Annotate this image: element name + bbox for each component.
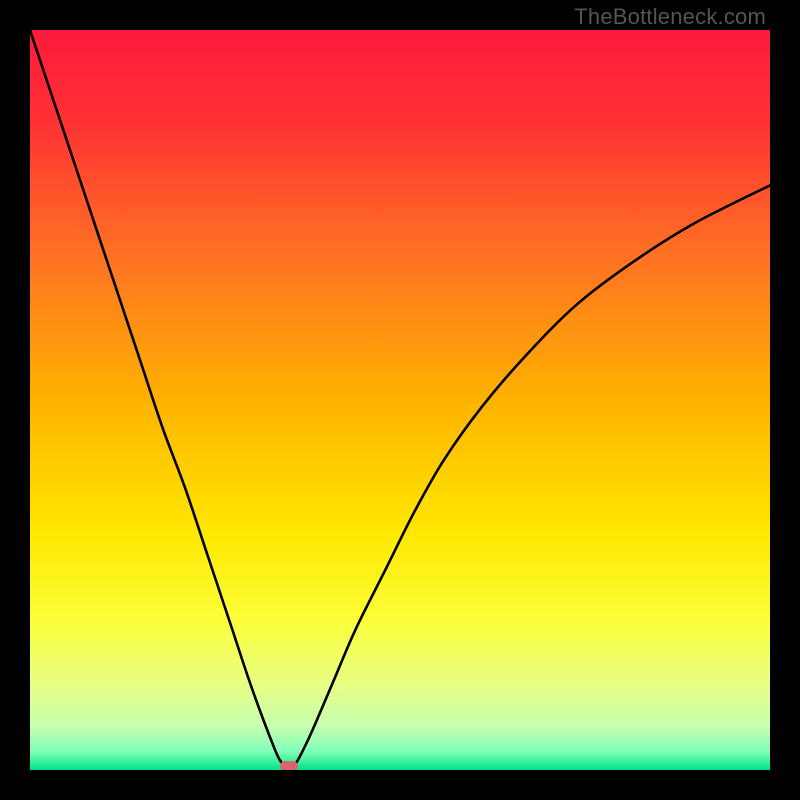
bottleneck-curve <box>30 30 770 770</box>
plot-area <box>30 30 770 770</box>
optimum-marker <box>280 761 298 770</box>
chart-frame: TheBottleneck.com <box>0 0 800 800</box>
watermark-label: TheBottleneck.com <box>574 4 766 30</box>
